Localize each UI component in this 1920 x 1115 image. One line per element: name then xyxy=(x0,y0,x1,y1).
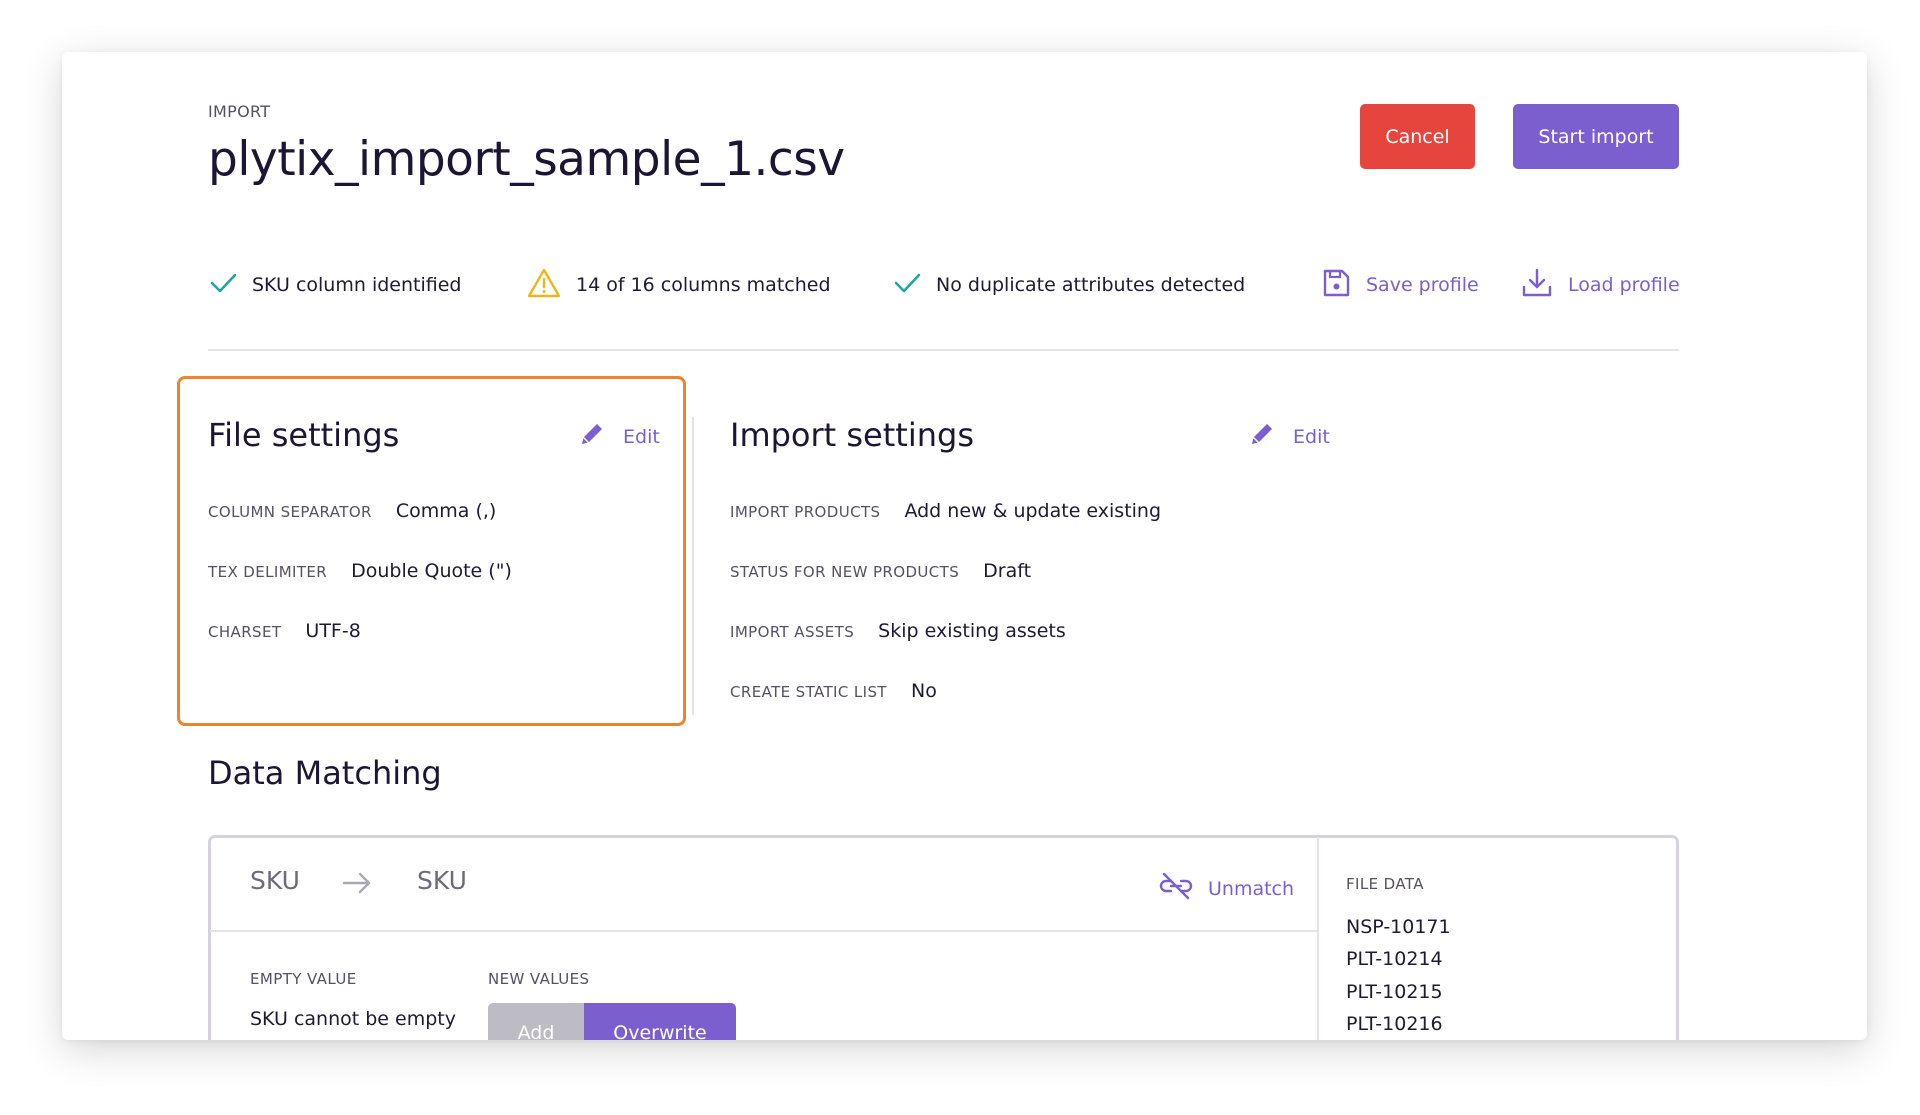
field-value: Double Quote (") xyxy=(351,560,512,582)
check-icon xyxy=(208,268,238,302)
import-settings-title: Import settings xyxy=(730,416,974,454)
field-row: TEX DELIMITER Double Quote (") xyxy=(208,560,512,582)
mapping-divider xyxy=(210,930,1317,932)
field-label: STATUS FOR NEW PRODUCTS xyxy=(730,563,960,581)
data-matching-split xyxy=(1317,837,1319,1040)
load-profile-label: Load profile xyxy=(1568,274,1680,296)
empty-value-label: EMPTY VALUE xyxy=(250,970,357,988)
import-window: IMPORT plytix_import_sample_1.csv Cancel… xyxy=(62,52,1867,1040)
field-value: UTF-8 xyxy=(305,620,361,642)
page-title: plytix_import_sample_1.csv xyxy=(208,132,845,187)
status-sku-text: SKU column identified xyxy=(252,274,462,296)
field-label: IMPORT PRODUCTS xyxy=(730,503,881,521)
status-duplicates-text: No duplicate attributes detected xyxy=(936,274,1246,296)
empty-value-text: SKU cannot be empty xyxy=(250,1008,456,1030)
field-value: Skip existing assets xyxy=(878,620,1066,642)
field-label: COLUMN SEPARATOR xyxy=(208,503,372,521)
arrow-right-icon xyxy=(341,869,373,901)
field-row: STATUS FOR NEW PRODUCTS Draft xyxy=(730,560,1031,582)
file-settings-edit-link[interactable]: Edit xyxy=(577,419,660,454)
status-columns-text: 14 of 16 columns matched xyxy=(576,274,831,296)
download-icon xyxy=(1520,266,1554,304)
data-matching-title: Data Matching xyxy=(208,754,442,792)
page-eyebrow: IMPORT xyxy=(208,102,271,121)
new-values-label: NEW VALUES xyxy=(488,970,590,988)
field-row: CREATE STATIC LIST No xyxy=(730,680,937,702)
header-divider xyxy=(208,349,1679,351)
file-data-item: PLT-10216 xyxy=(1346,1013,1443,1035)
file-data-item: PLT-10214 xyxy=(1346,948,1443,970)
field-row: CHARSET UTF-8 xyxy=(208,620,361,642)
file-settings-title: File settings xyxy=(208,416,400,454)
status-no-duplicates: No duplicate attributes detected xyxy=(892,267,1245,303)
source-column: SKU xyxy=(250,866,300,895)
import-settings-edit-link[interactable]: Edit xyxy=(1247,419,1330,454)
field-value: No xyxy=(911,680,937,702)
new-values-toggle: Add Overwrite xyxy=(488,1003,736,1040)
check-icon xyxy=(892,268,922,302)
status-sku-identified: SKU column identified xyxy=(208,267,461,303)
field-row: IMPORT PRODUCTS Add new & update existin… xyxy=(730,500,1161,522)
add-option-button[interactable]: Add xyxy=(488,1003,584,1040)
field-row: IMPORT ASSETS Skip existing assets xyxy=(730,620,1066,642)
settings-separator xyxy=(692,417,694,715)
field-label: TEX DELIMITER xyxy=(208,563,328,581)
file-data-label: FILE DATA xyxy=(1346,875,1424,893)
save-icon xyxy=(1320,267,1352,303)
field-value: Comma (,) xyxy=(395,500,497,522)
field-row: COLUMN SEPARATOR Comma (,) xyxy=(208,500,496,522)
import-settings-edit-label: Edit xyxy=(1293,425,1330,448)
field-value: Draft xyxy=(983,560,1032,582)
unmatch-label: Unmatch xyxy=(1208,877,1295,900)
save-profile-label: Save profile xyxy=(1366,274,1479,296)
overwrite-option-button[interactable]: Overwrite xyxy=(584,1003,736,1040)
load-profile-link[interactable]: Load profile xyxy=(1520,267,1680,303)
file-data-item: PLT-10215 xyxy=(1346,981,1443,1003)
field-label: CREATE STATIC LIST xyxy=(730,683,887,701)
pencil-icon xyxy=(577,419,607,454)
unlink-icon xyxy=(1158,870,1194,907)
pencil-icon xyxy=(1247,419,1277,454)
status-columns-matched: 14 of 16 columns matched xyxy=(526,267,831,303)
field-label: CHARSET xyxy=(208,623,282,641)
field-value: Add new & update existing xyxy=(904,500,1162,522)
warning-icon xyxy=(526,267,562,303)
start-import-button[interactable]: Start import xyxy=(1513,104,1679,169)
file-data-item: NSP-10171 xyxy=(1346,916,1451,938)
cancel-button[interactable]: Cancel xyxy=(1360,104,1475,169)
unmatch-link[interactable]: Unmatch xyxy=(1158,870,1294,907)
save-profile-link[interactable]: Save profile xyxy=(1320,267,1479,303)
field-label: IMPORT ASSETS xyxy=(730,623,855,641)
file-settings-edit-label: Edit xyxy=(623,425,660,448)
target-attribute: SKU xyxy=(417,866,467,895)
